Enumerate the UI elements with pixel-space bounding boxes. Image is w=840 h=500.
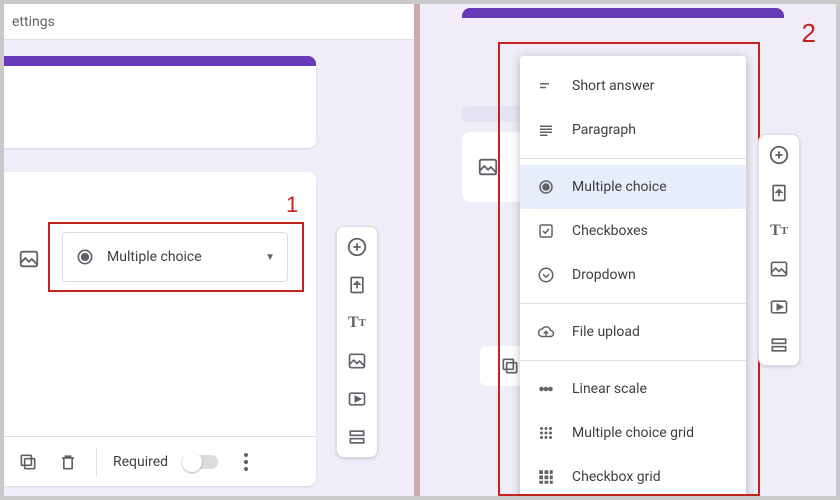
duplicate-button[interactable] — [498, 354, 522, 378]
add-question-button[interactable] — [767, 143, 791, 167]
linear-scale-icon — [536, 380, 556, 398]
radio-icon — [75, 247, 95, 267]
menu-item-label: Multiple choice — [572, 179, 667, 195]
short-answer-icon — [536, 77, 556, 95]
delete-button[interactable] — [56, 450, 80, 474]
menu-separator — [520, 158, 746, 159]
add-video-button[interactable] — [767, 295, 791, 319]
more-options-button[interactable] — [234, 450, 258, 474]
annotation-label-1: 1 — [286, 192, 298, 218]
menu-item-label: Linear scale — [572, 381, 647, 397]
annotation-label-2: 2 — [802, 18, 816, 49]
add-image-inline-icon[interactable] — [476, 155, 500, 179]
dropdown-icon — [536, 266, 556, 284]
chevron-down-icon: ▼ — [265, 252, 275, 263]
form-accent-bar — [462, 8, 784, 18]
radio-icon — [536, 178, 556, 196]
grid-dots-icon — [536, 424, 556, 442]
required-toggle[interactable] — [184, 455, 218, 469]
menu-item-short-answer[interactable]: Short answer — [520, 64, 746, 108]
menu-item-label: Dropdown — [572, 267, 636, 283]
menu-item-label: Multiple choice grid — [572, 425, 694, 441]
add-image-button[interactable] — [767, 257, 791, 281]
pane-step2: Short answer Paragraph Multiple choice C — [420, 4, 836, 496]
header-breadcrumb: ettings — [4, 4, 414, 40]
duplicate-button[interactable] — [16, 450, 40, 474]
checkbox-icon — [536, 222, 556, 240]
menu-item-multiple-choice[interactable]: Multiple choice — [520, 165, 746, 209]
pane-step1: ettings Multiple choice ▼ 1 — [4, 4, 420, 496]
add-image-button[interactable] — [345, 349, 369, 373]
menu-item-checkboxes[interactable]: Checkboxes — [520, 209, 746, 253]
question-card: Multiple choice ▼ 1 Required — [4, 172, 316, 486]
menu-item-label: Paragraph — [572, 122, 636, 138]
import-questions-button[interactable] — [767, 181, 791, 205]
menu-item-label: File upload — [572, 324, 640, 340]
form-title-card — [4, 56, 316, 148]
import-questions-button[interactable] — [345, 273, 369, 297]
add-question-button[interactable] — [345, 235, 369, 259]
menu-item-linear-scale[interactable]: Linear scale — [520, 367, 746, 411]
question-type-dropdown[interactable]: Multiple choice ▼ — [62, 232, 288, 282]
add-video-button[interactable] — [345, 387, 369, 411]
menu-separator — [520, 360, 746, 361]
menu-item-label: Short answer — [572, 78, 654, 94]
add-image-inline-icon[interactable] — [18, 248, 42, 272]
cloud-upload-icon — [536, 323, 556, 341]
side-toolbar: TT — [758, 134, 800, 366]
required-label: Required — [113, 454, 168, 470]
menu-item-label: Checkbox grid — [572, 469, 661, 485]
footer-divider — [96, 448, 97, 476]
add-title-button[interactable]: TT — [767, 219, 791, 243]
side-toolbar: TT — [336, 226, 378, 458]
question-footer: Required — [4, 436, 316, 486]
grid-squares-icon — [536, 468, 556, 486]
question-type-menu: Short answer Paragraph Multiple choice C — [520, 56, 746, 496]
menu-item-checkbox-grid[interactable]: Checkbox grid — [520, 455, 746, 496]
paragraph-icon — [536, 121, 556, 139]
add-section-button[interactable] — [345, 425, 369, 449]
add-title-button[interactable]: TT — [345, 311, 369, 335]
menu-item-mc-grid[interactable]: Multiple choice grid — [520, 411, 746, 455]
menu-item-dropdown[interactable]: Dropdown — [520, 253, 746, 297]
menu-separator — [520, 303, 746, 304]
menu-item-label: Checkboxes — [572, 223, 648, 239]
menu-item-file-upload[interactable]: File upload — [520, 310, 746, 354]
menu-item-paragraph[interactable]: Paragraph — [520, 108, 746, 152]
question-type-label: Multiple choice — [107, 249, 202, 265]
add-section-button[interactable] — [767, 333, 791, 357]
